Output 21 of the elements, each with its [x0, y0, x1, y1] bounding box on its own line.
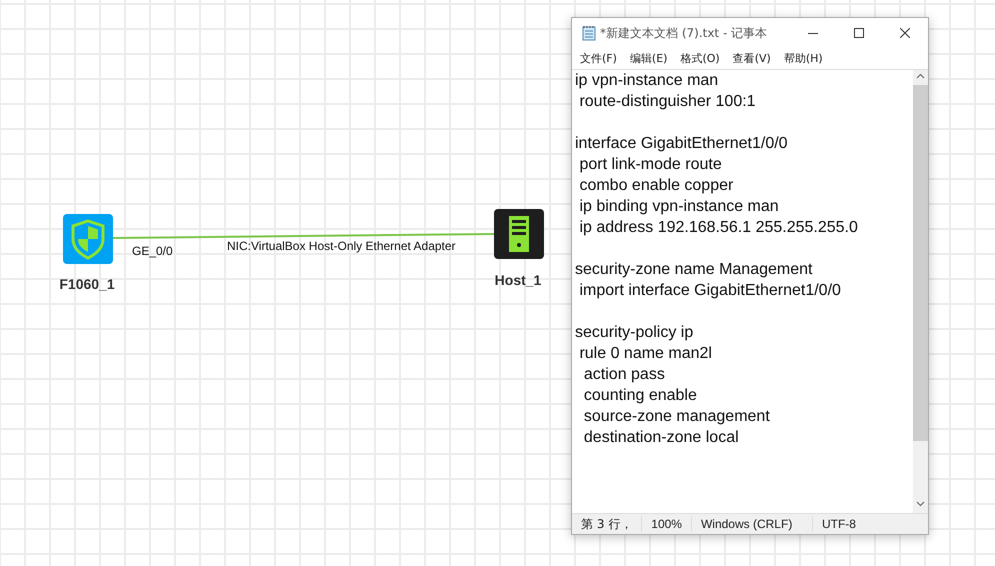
scrollbar-thumb[interactable] — [913, 85, 928, 441]
status-cell: UTF-8 — [812, 516, 865, 532]
port-label: GE_0/0 — [132, 244, 173, 258]
close-icon — [900, 28, 910, 38]
window-title: *新建文本文档 (7).txt - 记事本 — [600, 24, 768, 42]
menu-item[interactable]: 查看(V) — [726, 48, 777, 69]
menu-item[interactable]: 帮助(H) — [778, 48, 829, 69]
node-label: Host_1 — [494, 272, 542, 288]
server-icon[interactable] — [494, 209, 544, 259]
menu-item[interactable]: 编辑(E) — [624, 48, 674, 69]
status-cell-text: 第 3 行， — [580, 516, 634, 532]
text-editor[interactable]: ip vpn-instance man route-distinguisher 100:1 interface GigabitEthernet1/0/0 port link-mode route combo enable copper ip binding vpn-instance man ip address 192.168.56.1 255.255.255.0 security-zone name Management import interface GigabitEthernet1/0/0 security-policy ip rule 0 name man2l action pass counting enable source-zone management destination-zone local — [572, 70, 913, 513]
scrollbar[interactable] — [913, 70, 928, 513]
maximize-icon — [854, 28, 864, 38]
node-label: F1060_1 — [59, 276, 115, 292]
status-cell: 100% — [641, 516, 691, 532]
menu-item[interactable]: 文件(F) — [574, 48, 623, 69]
port-label: NIC:VirtualBox Host-Only Ethernet Adapter — [227, 239, 456, 253]
menu-item[interactable]: 格式(O) — [674, 48, 726, 69]
notepad-icon — [582, 25, 596, 41]
status-cell: Windows (CRLF) — [690, 516, 812, 532]
